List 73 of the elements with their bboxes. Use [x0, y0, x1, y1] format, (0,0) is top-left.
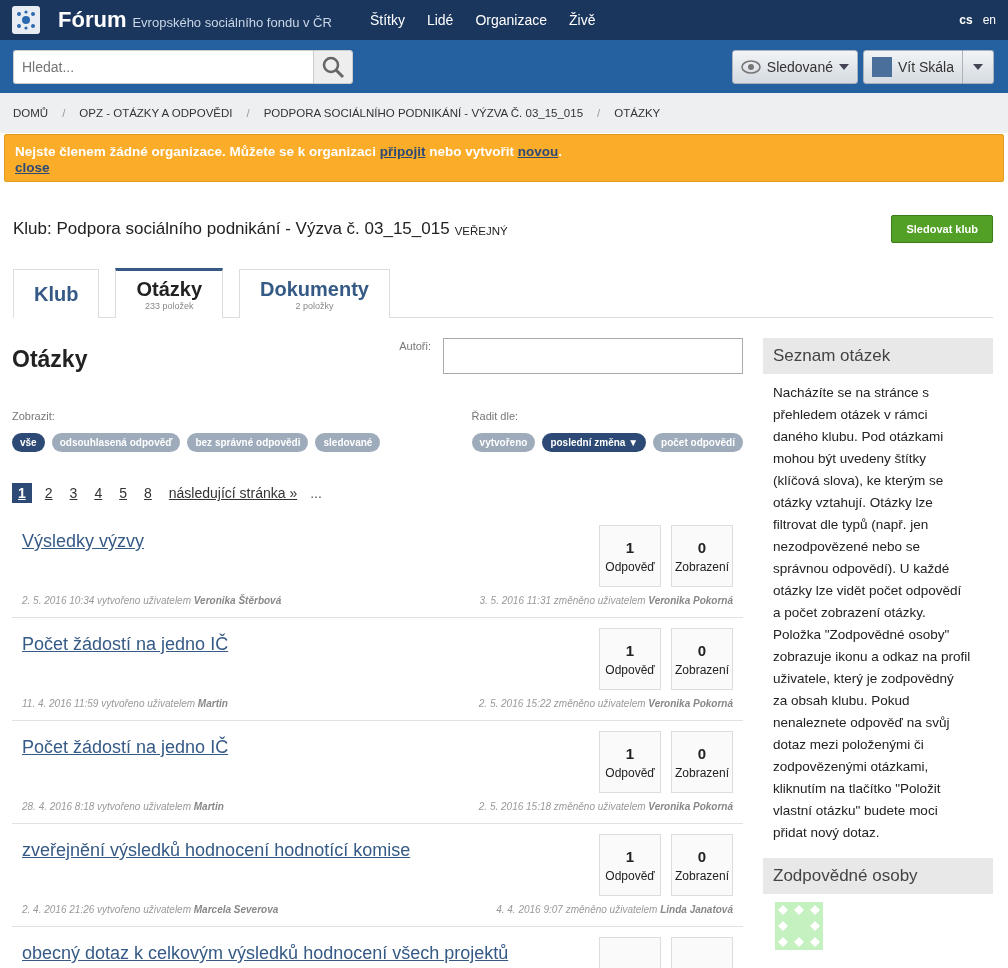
page-link[interactable]: 4 — [90, 483, 107, 503]
answers-counter: 1 Odpověď — [599, 834, 661, 896]
tab[interactable]: Dokumenty 2 položky — [239, 269, 390, 318]
sort-label: Řadit dle: — [471, 410, 520, 422]
search-icon — [321, 54, 345, 79]
language-link[interactable]: en — [982, 13, 996, 27]
created-info: 2. 4. 2016 21:26 vytvořeno uživatelem Marcela Severova — [22, 904, 279, 915]
breadcrumb-link[interactable]: PODPORA SOCIÁLNÍHO PODNIKÁNÍ - VÝZVA Č. 03_15_015 — [263, 107, 584, 119]
question-link[interactable]: zveřejnění výsledků hodnocení hodnotící komise — [22, 840, 411, 896]
nav-link[interactable]: Živě — [569, 12, 596, 28]
language-link[interactable]: cs — [959, 13, 973, 27]
close-link[interactable]: close — [15, 160, 50, 175]
logo-icon[interactable] — [12, 6, 40, 34]
user-button[interactable]: Vít Skála — [862, 49, 963, 84]
site-title[interactable]: Fórum — [58, 7, 127, 33]
created-info: 11. 4. 2016 11:59 vytvořeno uživatelem Martin — [22, 698, 228, 709]
created-info: 28. 4. 2016 8:18 vytvořeno uživatelem Martin — [22, 801, 224, 812]
views-counter: 0 Zobrazení — [671, 834, 733, 896]
page-link[interactable]: 5 — [115, 483, 131, 503]
search-button[interactable] — [313, 49, 353, 84]
tab[interactable]: Otázky 233 položek — [115, 268, 224, 318]
authors-field[interactable] — [443, 338, 743, 374]
caret-icon — [838, 63, 849, 70]
views-counter: 0 Zobrazení — [671, 628, 733, 690]
breadcrumb-link[interactable]: DOMŮ — [13, 107, 49, 119]
filter-label: Zobrazit: — [12, 410, 56, 422]
alert-message: Nejste členem žádné organizace. Můžete se k organizaci připojit nebo vytvořit novou. — [15, 144, 563, 160]
nav-link[interactable]: Lidé — [426, 12, 454, 28]
filter-chip[interactable]: vše — [12, 433, 45, 452]
question-link[interactable]: Výsledky výzvy — [22, 531, 145, 587]
answers-counter: 1 Odpověď — [599, 628, 661, 690]
watched-dropdown[interactable]: Sledované — [731, 49, 858, 84]
visibility-label: VEŘEJNÝ — [454, 224, 508, 237]
authors-label: Autoři: — [399, 340, 431, 352]
avatar-placeholder — [871, 56, 892, 77]
search-field[interactable]: Hledat... — [13, 49, 313, 84]
sort-chip[interactable]: poslední změna ▼ — [542, 433, 647, 452]
answers-counter: 1 Odpověď — [599, 525, 661, 587]
nav-link[interactable]: Štítky — [369, 12, 405, 28]
eye-icon — [740, 59, 761, 74]
tab[interactable]: Klub — [13, 269, 100, 318]
join-link[interactable]: připojit — [379, 144, 426, 159]
page-link[interactable]: 3 — [65, 483, 82, 503]
breadcrumb-separator: / — [246, 107, 250, 119]
nav-link[interactable]: Organizace — [475, 12, 547, 28]
answers-counter: 1 Odpověď — [599, 731, 661, 793]
modified-info: 2. 5. 2016 15:18 změněno uživatelem Veronika Pokorná — [478, 801, 733, 812]
sidebar-description: Nacházíte se na stránce s přehledem otázek v rámci daného klubu. Pod otázkami mohou být uvedeny štítky (klíčová slova), ke kterým se otázky vztahují. Otázky lze filtrovat dle typů (např. jen nezodpovězené nebo se správnou odpovědí). U každé otázky lze vidět počet odpovědí a počet zobrazení otázky. Položka "Zodpovědné osoby" zobrazuje ikonu a odkaz na profil uživatele, který je zodpovědný za obsah klubu. Pokud nenaleznete odpověď na svůj dotaz mezi položenými či zodpovězenými otázkami, kliknutím na tlačítko "Položit vlastní otázku" budete moci přidat nový dotaz. — [772, 384, 972, 842]
modified-info: 2. 5. 2016 15:22 změněno uživatelem Veronika Pokorná — [478, 698, 733, 709]
user-menu-button[interactable] — [963, 49, 994, 84]
breadcrumb-link[interactable]: OPZ - OTÁZKY A ODPOVĚDI — [79, 107, 233, 119]
question-link[interactable]: obecný dotaz k celkovým výsledků hodnocení všech projektů — [22, 943, 509, 968]
page-link[interactable]: 2 — [40, 483, 57, 503]
section-heading: Otázky — [12, 346, 88, 373]
next-page-link[interactable]: následující stránka » — [164, 483, 302, 503]
created-info: 2. 5. 2016 10:34 vytvořeno uživatelem Veronika Štěrbová — [22, 595, 282, 606]
modified-info: 3. 5. 2016 11:31 změněno uživatelem Veronika Pokorná — [479, 595, 733, 606]
breadcrumb-separator: / — [597, 107, 601, 119]
question-link[interactable]: Počet žádostí na jedno IČ — [22, 634, 229, 690]
pagination-ellipsis: ... — [310, 485, 322, 501]
caret-icon — [973, 63, 983, 70]
breadcrumb-link[interactable]: OTÁZKY — [614, 107, 661, 119]
question-link[interactable]: Počet žádostí na jedno IČ — [22, 737, 229, 793]
sidebar-heading: Seznam otázek — [763, 338, 993, 374]
site-subtitle: Evropského sociálního fondu v ČR — [132, 14, 332, 30]
sidebar-heading: Zodpovědné osoby — [763, 858, 993, 894]
breadcrumb-separator: / — [62, 107, 66, 119]
club-title: Klub: Podpora sociálního podnikání - Výzva č. 03_15_015 — [13, 219, 450, 239]
views-counter: 0 Zobrazení — [671, 731, 733, 793]
views-counter: 0 Zobrazení — [671, 525, 733, 587]
page-link[interactable]: 8 — [140, 483, 156, 503]
page-link[interactable]: 1 — [12, 483, 32, 503]
modified-info: 4. 4. 2016 9:07 změněno uživatelem Linda Janatová — [496, 904, 733, 915]
